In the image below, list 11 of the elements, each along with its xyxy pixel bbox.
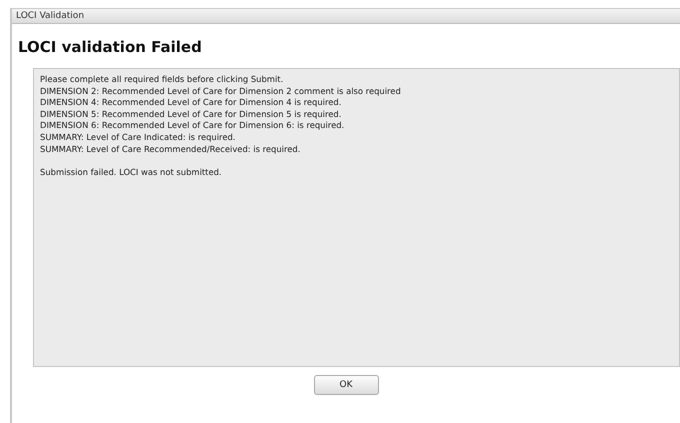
window-title: LOCI Validation [16, 11, 84, 21]
message-line: DIMENSION 5: Recommended Level of Care for Dimension 5 is required. [40, 108, 342, 120]
ok-button[interactable]: OK [314, 375, 378, 395]
message-line: SUMMARY: Level of Care Indicated: is required. [40, 132, 236, 144]
message-line: DIMENSION 4: Recommended Level of Care for Dimension 4 is required. [40, 97, 342, 109]
message-line: Please complete all required fields before clicking Submit. [40, 74, 284, 86]
message-line: SUMMARY: Level of Care Recommended/Received: is required. [40, 144, 302, 156]
result-message: Submission failed. LOCI was not submitted. [40, 166, 223, 178]
message-line: DIMENSION 6: Recommended Level of Care for Dimension 6: is required. [40, 120, 346, 132]
message-line: DIMENSION 2: Recommended Level of Care for Dimension 2 comment is also required [40, 86, 402, 98]
dialog-heading: LOCI validation Failed [18, 38, 203, 56]
